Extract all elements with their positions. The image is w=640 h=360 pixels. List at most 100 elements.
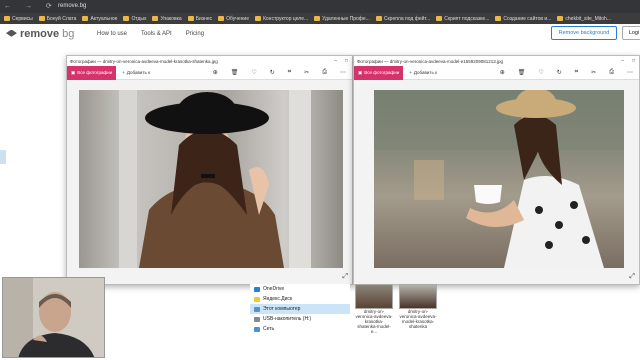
bookmark-item[interactable]: Упаковка [152, 16, 182, 22]
all-photos-button[interactable]: ▣ Все фотографии [354, 65, 404, 80]
file-thumbnail[interactable]: dmitry-on-veronica-avdeeva-model-krasotk… [399, 284, 437, 360]
delete-icon[interactable]: 🗑 [518, 69, 526, 76]
add-to-button[interactable]: + Добавить к [403, 70, 443, 75]
bookmark-label: Актуальное [90, 15, 118, 22]
folder-icon [557, 16, 564, 21]
viewer-titlebar: Фотографии — dmitry-on-veronica-avdeeva-… [354, 56, 639, 66]
fullscreen-icon[interactable]: ⤢ [629, 273, 635, 281]
explorer-item-onedrive[interactable]: OneDrive [250, 284, 350, 294]
favorite-icon[interactable]: ♡ [251, 69, 256, 76]
nav-tools-api[interactable]: Tools & API [141, 31, 172, 37]
zoom-icon[interactable]: ⊕ [213, 69, 218, 76]
minimize-icon[interactable]: – [621, 58, 624, 64]
bookmark-item[interactable]: Создание сайтов и... [495, 16, 551, 22]
explorer-item-label: Яндекс.Диск [263, 296, 293, 302]
remove-background-button[interactable]: Remove background [551, 26, 617, 40]
add-to-label: Добавить к [126, 70, 151, 75]
edit-icon[interactable]: ✂ [304, 69, 309, 76]
bookmark-item[interactable]: Бонуй Слата [38, 15, 77, 22]
bookmark-item[interactable]: Обучение [218, 16, 249, 22]
viewer-title: Фотографии — dmitry-on-veronica-avdeeva-… [70, 58, 218, 64]
explorer-item-label: OneDrive [263, 286, 285, 292]
folder-icon [82, 16, 89, 21]
bookmark-item[interactable]: chekbit_site_Mitoh... [557, 16, 611, 22]
bookmark-item[interactable]: Удаленные Профе... [314, 16, 370, 22]
folder-icon [4, 16, 10, 21]
explorer-item-label: Сеть [263, 326, 275, 332]
computer-icon [254, 306, 260, 312]
print-icon[interactable]: ⎙ [609, 69, 614, 76]
zoom-icon[interactable]: ⊕ [500, 69, 505, 76]
bookmark-item[interactable]: Сервисы [4, 16, 33, 22]
bookmark-item[interactable]: Скрипт подсказке... [436, 16, 489, 22]
rotate-icon[interactable]: ↻ [270, 69, 275, 76]
plus-icon: + [122, 70, 125, 75]
print-icon[interactable]: ⎙ [322, 69, 327, 76]
webcam-overlay [2, 277, 105, 358]
logo-suffix: bg [62, 28, 75, 40]
delete-icon[interactable]: 🗑 [231, 69, 239, 76]
login-button[interactable]: Logi [622, 26, 640, 40]
explorer-item-usb[interactable]: USB-накопитель (H:) [250, 314, 350, 324]
bookmark-item[interactable]: Скрепла под фейт... [375, 16, 430, 22]
explorer-item-label: USB-накопитель (H:) [263, 316, 312, 322]
bookmark-label: Скрипт подсказке... [444, 15, 490, 22]
thumbnail-image [399, 284, 437, 309]
bookmark-item[interactable]: Актуальное [82, 16, 117, 22]
viewer-title: Фотографии — dmitry-on-veronica-avdeeva-… [357, 58, 504, 64]
add-to-label: Добавить к [413, 70, 438, 75]
more-icon[interactable]: ⋯ [627, 69, 633, 76]
cloud-icon [254, 286, 260, 292]
favorite-icon[interactable]: ♡ [538, 69, 543, 76]
all-photos-button[interactable]: ▣ Все фотографии [67, 65, 117, 80]
explorer-item-yandex-disk[interactable]: Яндекс.Диск [250, 294, 350, 304]
file-thumbnails: dmitry-on-veronica-avdeeva-krasotka-shat… [355, 284, 445, 360]
bookmark-item[interactable]: Конструктор целе... [254, 16, 308, 22]
photo-woman-straw-hat-coffee [374, 90, 624, 268]
nav-pricing[interactable]: Pricing [186, 31, 204, 37]
crop-icon[interactable]: ⌗ [575, 69, 578, 76]
bookmark-label: Бонуй Слата [46, 15, 77, 22]
folder-icon [187, 16, 194, 21]
fullscreen-icon[interactable]: ⤢ [342, 273, 348, 281]
plus-icon: + [409, 70, 412, 75]
viewer-toolbar: ▣ Все фотографии + Добавить к ⊕ 🗑 ♡ ↻ ⌗ ✂ … [67, 65, 352, 80]
nav-how-to-use[interactable]: How to use [97, 31, 127, 37]
more-icon[interactable]: ⋯ [340, 69, 346, 76]
browser-nav-icons[interactable]: ← → ⟳ [4, 2, 58, 10]
maximize-icon[interactable]: □ [345, 58, 348, 64]
photo-illustration [374, 90, 624, 268]
add-to-button[interactable]: + Добавить к [116, 70, 156, 75]
file-thumbnail[interactable]: dmitry-on-veronica-avdeeva-krasotka-shat… [355, 284, 393, 360]
logo-text: remove [20, 28, 60, 40]
photo-woman-black-hat [79, 90, 343, 268]
url-field[interactable]: remove.bg [58, 3, 86, 9]
bookmark-label: Бизнес [195, 15, 213, 22]
explorer-item-network[interactable]: Сеть [250, 324, 350, 334]
drive-icon [254, 296, 260, 302]
crop-icon[interactable]: ⌗ [288, 69, 291, 76]
photos-icon: ▣ [71, 69, 76, 75]
edit-icon[interactable]: ✂ [591, 69, 596, 76]
file-explorer-nav: OneDrive Яндекс.Диск Этот компьютер USB-… [250, 284, 350, 360]
minimize-icon[interactable]: – [334, 58, 337, 64]
folder-icon [38, 16, 45, 21]
bookmark-label: Обучение [226, 15, 249, 22]
folder-icon [495, 16, 502, 21]
usb-icon [254, 316, 260, 322]
rotate-icon[interactable]: ↻ [557, 69, 562, 76]
maximize-icon[interactable]: □ [632, 58, 635, 64]
logo-icon [6, 29, 17, 37]
bookmark-label: Сервисы [12, 15, 33, 22]
folder-icon [123, 16, 130, 21]
bookmark-label: chekbit_site_Mitoh... [565, 15, 611, 22]
network-icon [254, 326, 260, 332]
removebg-logo[interactable]: remove bg [6, 28, 74, 40]
bookmark-item[interactable]: Отдых [123, 16, 146, 22]
folder-icon [152, 16, 159, 21]
thumbnail-caption: dmitry-on-veronica-avdeeva-model-krasotk… [399, 309, 437, 329]
photo-illustration [119, 90, 311, 268]
explorer-item-this-pc[interactable]: Этот компьютер [250, 304, 350, 314]
thumbnail-caption: dmitry-on-veronica-avdeeva-krasotka-shat… [355, 309, 393, 334]
bookmark-item[interactable]: Бизнес [187, 15, 213, 22]
